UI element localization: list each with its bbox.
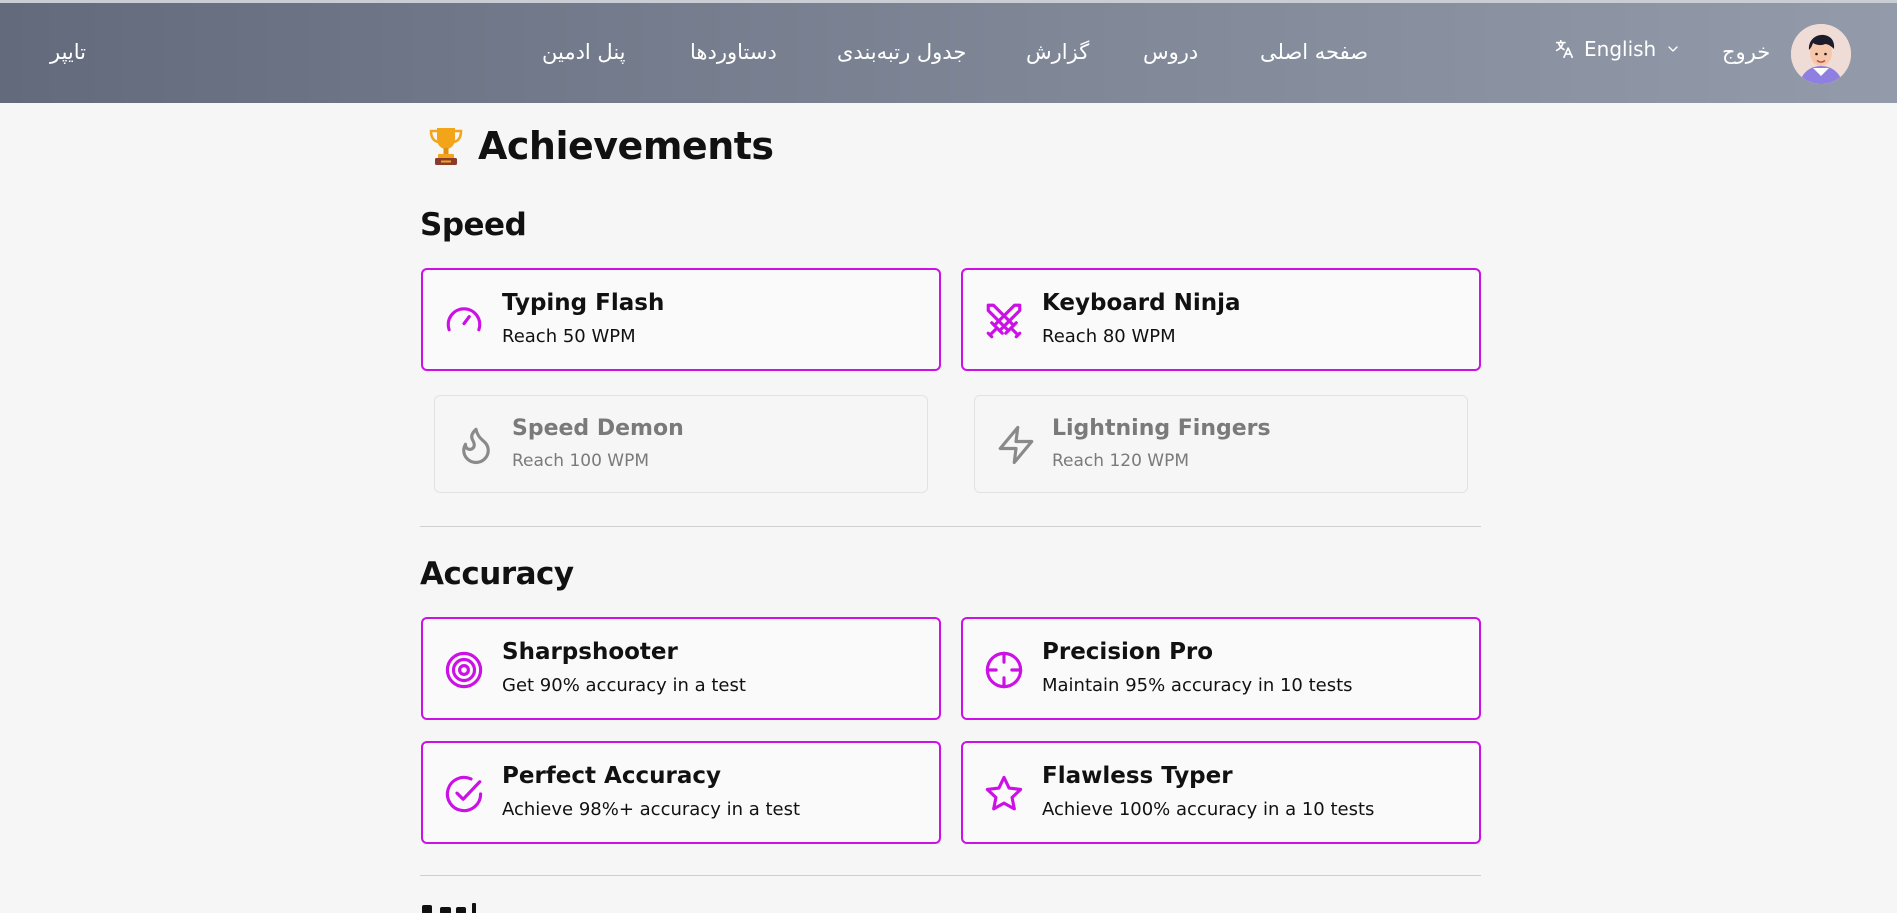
achievement-title: Sharpshooter	[502, 639, 678, 665]
achievement-card-lightning-fingers[interactable]: Lightning Fingers Reach 120 WPM	[974, 395, 1468, 493]
user-avatar-illustration	[1791, 24, 1851, 84]
language-label: English	[1584, 37, 1657, 61]
achievement-title: Precision Pro	[1042, 639, 1214, 665]
nav-link-admin-panel[interactable]: پنل ادمین	[542, 40, 626, 64]
achievement-description: Reach 100 WPM	[512, 451, 650, 471]
page-title-text: Achievements	[478, 124, 774, 168]
achievement-card-keyboard-ninja[interactable]: Keyboard Ninja Reach 80 WPM	[961, 268, 1481, 371]
achievement-description: Achieve 98%+ accuracy in a test	[502, 799, 801, 820]
achievement-card-precision-pro[interactable]: Precision Pro Maintain 95% accuracy in 1…	[961, 617, 1481, 720]
achievement-title: Flawless Typer	[1042, 763, 1233, 789]
nav-link-home[interactable]: صفحه اصلی	[1260, 40, 1368, 64]
nav-link-lessons[interactable]: دروس	[1143, 40, 1198, 64]
speedometer-icon	[446, 307, 482, 332]
language-selector[interactable]: English	[1553, 34, 1681, 64]
avatar[interactable]	[1791, 24, 1851, 84]
achievement-title: Typing Flash	[502, 290, 665, 316]
achievement-description: Get 90% accuracy in a test	[502, 675, 746, 696]
top-navbar: تایپر صفحه اصلی دروس گزارش جدول رتبه‌بند…	[0, 3, 1897, 103]
chevron-down-icon	[1668, 46, 1678, 52]
achievement-description: Maintain 95% accuracy in 10 tests	[1042, 675, 1353, 696]
star-icon	[985, 775, 1023, 811]
achievement-description: Reach 120 WPM	[1052, 451, 1190, 471]
brand-logo-text[interactable]: تایپر	[50, 40, 86, 64]
main-nav: صفحه اصلی دروس گزارش جدول رتبه‌بندی دستا…	[542, 40, 1368, 70]
nav-link-leaderboard[interactable]: جدول رتبه‌بندی	[837, 40, 966, 64]
section-title-speed: Speed	[420, 207, 527, 243]
flame-icon	[462, 427, 490, 465]
achievement-title: Perfect Accuracy	[502, 763, 721, 789]
achievement-card-sharpshooter[interactable]: Sharpshooter Get 90% accuracy in a test	[421, 617, 941, 720]
section-divider	[420, 875, 1481, 876]
lightning-icon	[998, 425, 1034, 465]
achievement-card-speed-demon[interactable]: Speed Demon Reach 100 WPM	[434, 395, 928, 493]
logout-link[interactable]: خروج	[1722, 40, 1770, 64]
achievement-description: Reach 50 WPM	[502, 326, 636, 347]
crossed-swords-icon	[986, 303, 1022, 339]
achievement-title: Keyboard Ninja	[1042, 290, 1241, 316]
crosshair-icon	[985, 651, 1023, 689]
check-circle-icon	[445, 775, 483, 813]
achievement-card-perfect-accuracy[interactable]: Perfect Accuracy Achieve 98%+ accuracy i…	[421, 741, 941, 844]
achievement-title: Speed Demon	[512, 416, 684, 441]
achievement-card-flawless-typer[interactable]: Flawless Typer Achieve 100% accuracy in …	[961, 741, 1481, 844]
next-section-title-cutoff	[420, 898, 510, 913]
translate-icon	[1555, 39, 1574, 59]
achievement-description: Achieve 100% accuracy in a 10 tests	[1042, 799, 1375, 820]
achievement-title: Lightning Fingers	[1052, 416, 1271, 441]
target-icon	[445, 651, 483, 689]
achievement-description: Reach 80 WPM	[1042, 326, 1176, 347]
trophy-icon	[429, 128, 463, 165]
nav-link-achievements[interactable]: دستاوردها	[690, 40, 777, 64]
nav-link-report[interactable]: گزارش	[1026, 40, 1089, 64]
page-title: Achievements	[428, 124, 774, 168]
achievement-card-typing-flash[interactable]: Typing Flash Reach 50 WPM	[421, 268, 941, 371]
section-title-accuracy: Accuracy	[420, 556, 574, 592]
section-divider	[420, 526, 1481, 527]
